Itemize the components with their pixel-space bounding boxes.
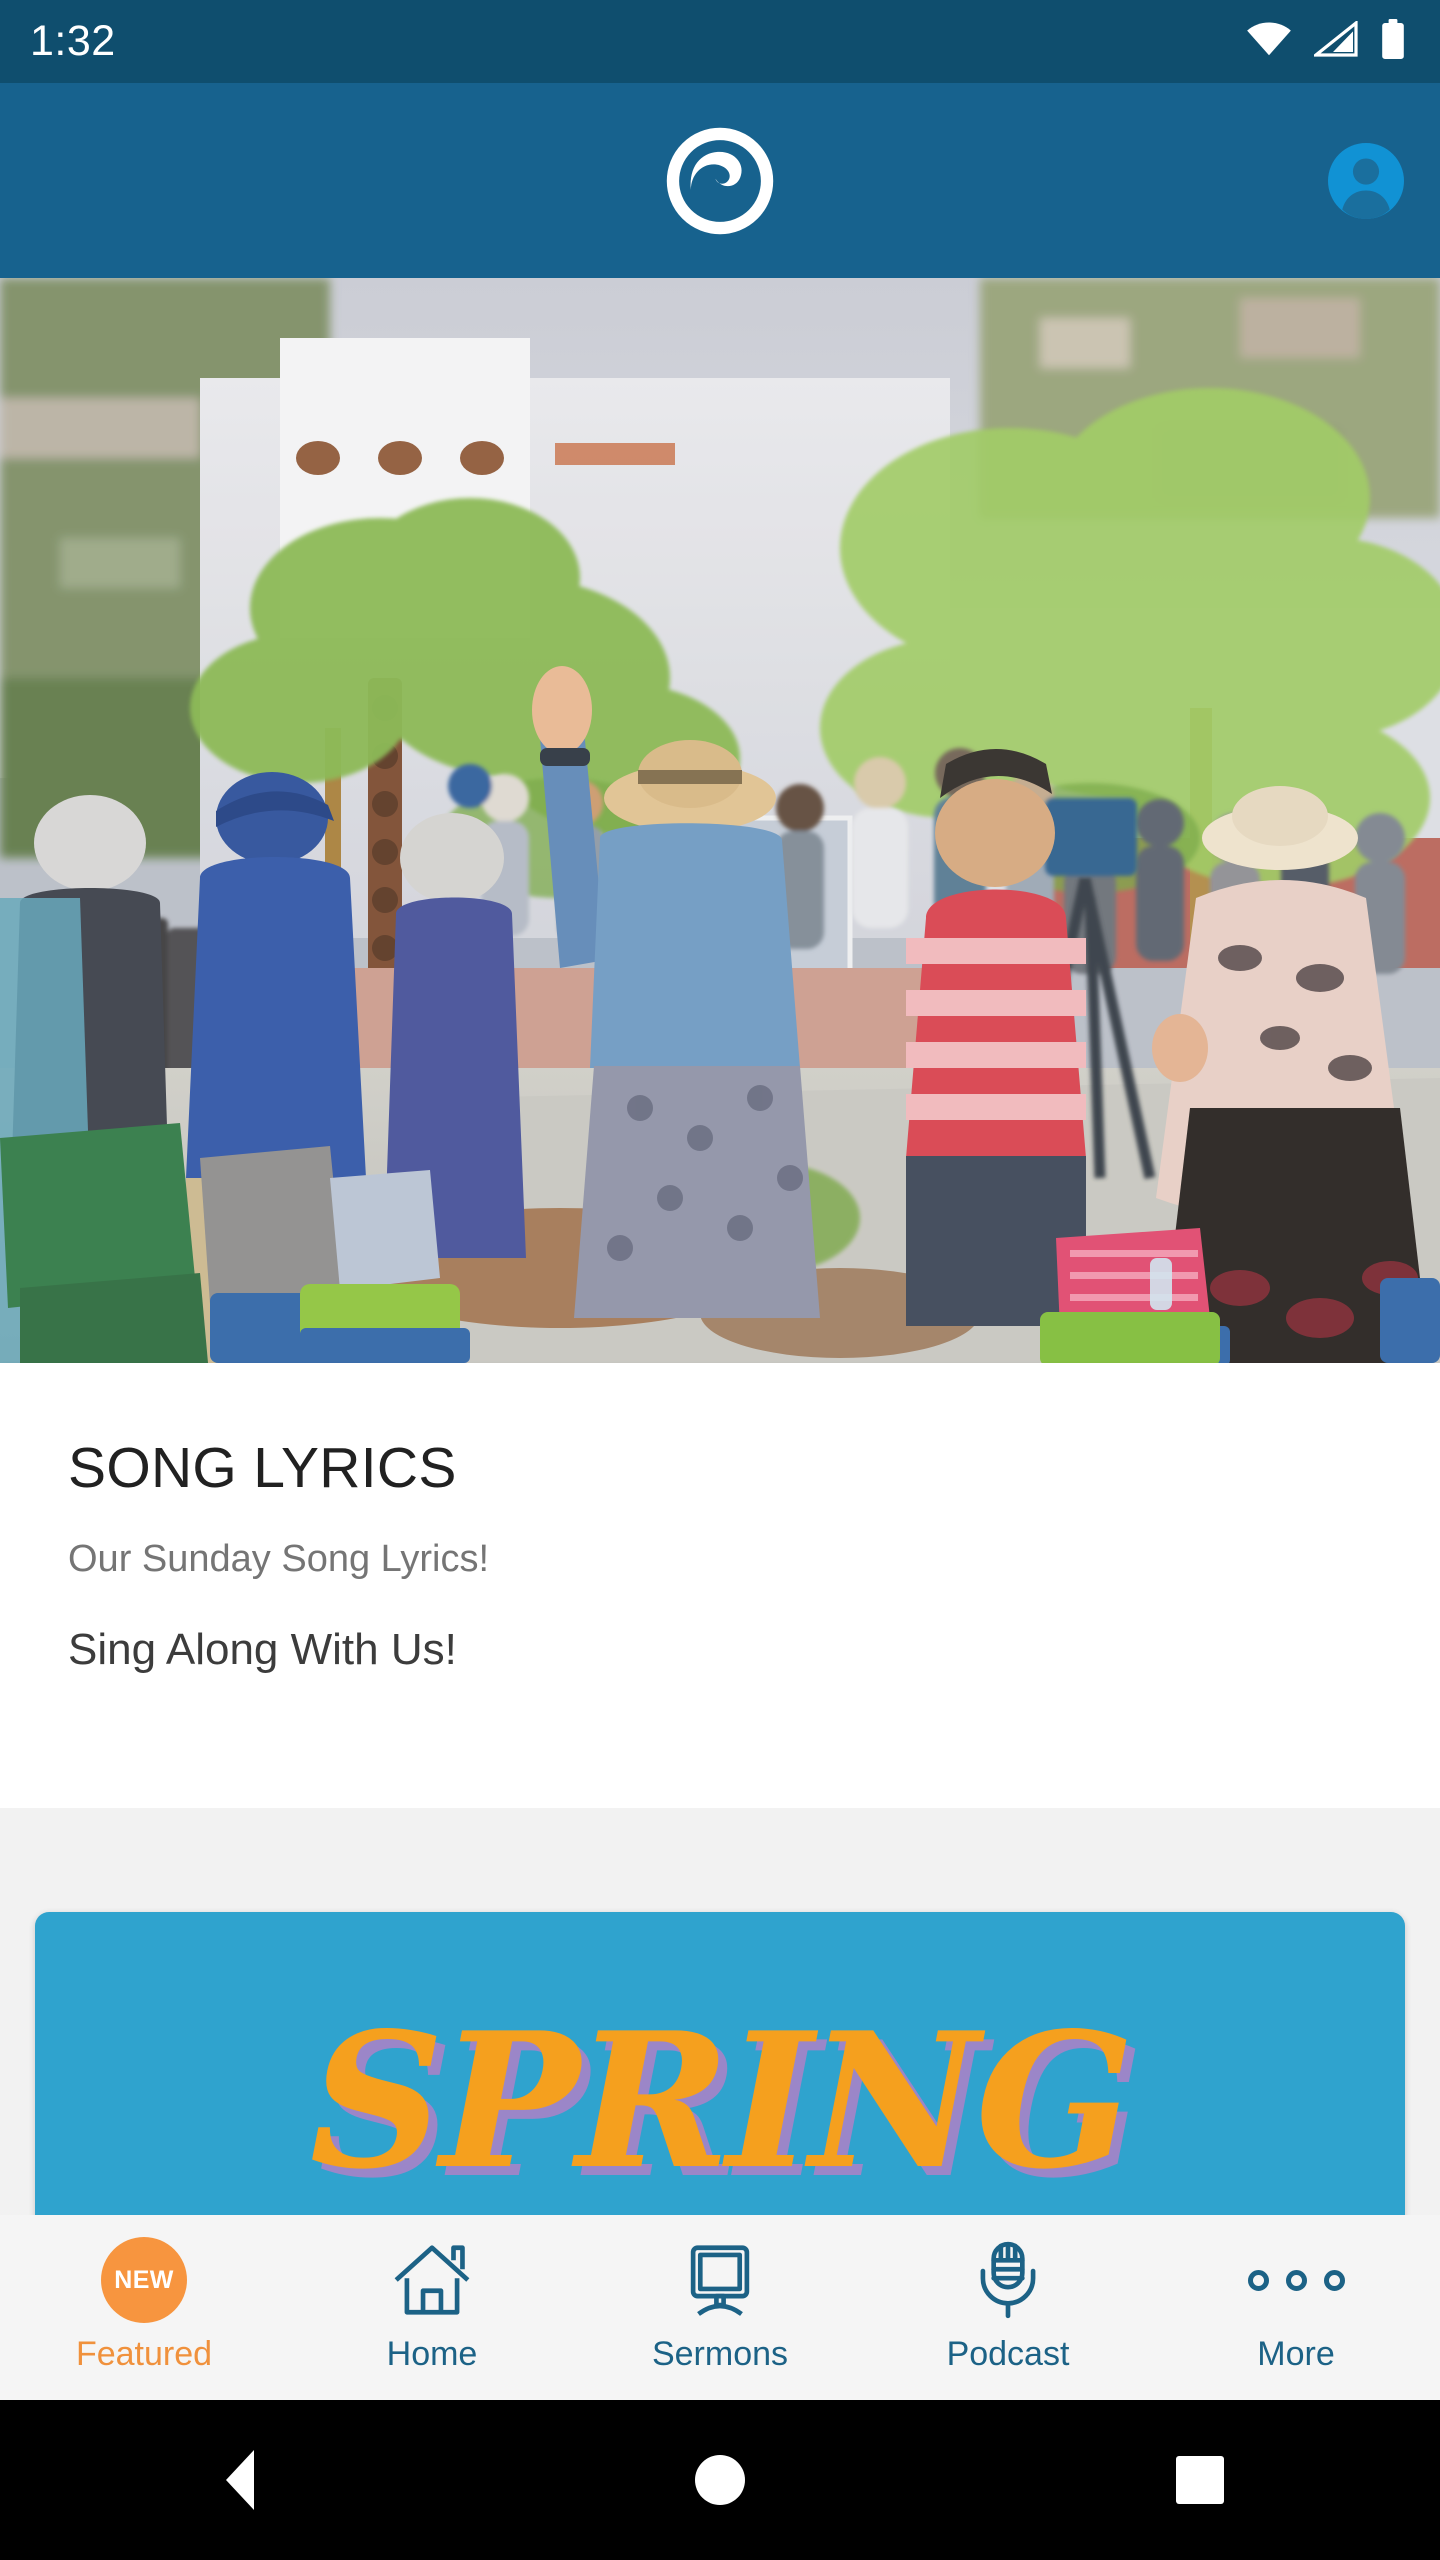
new-badge-label: NEW xyxy=(101,2237,187,2323)
android-system-nav xyxy=(0,2400,1440,2560)
battery-icon xyxy=(1380,19,1406,64)
page-subtitle: Our Sunday Song Lyrics! xyxy=(68,1537,490,1580)
tab-featured[interactable]: NEW Featured xyxy=(0,2215,288,2400)
system-back-button[interactable] xyxy=(0,2450,480,2510)
recents-square-icon xyxy=(1176,2456,1224,2504)
tab-podcast[interactable]: Podcast xyxy=(864,2215,1152,2400)
tab-home-label: Home xyxy=(386,2335,478,2373)
tab-more[interactable]: More xyxy=(1152,2215,1440,2400)
tab-home[interactable]: Home xyxy=(288,2215,576,2400)
microphone-icon xyxy=(965,2237,1051,2323)
status-bar: 1:32 xyxy=(0,0,1440,83)
bottom-tab-bar: NEW Featured Home Sermons Podcast More xyxy=(0,2215,1440,2400)
status-bar-icons xyxy=(1246,19,1406,64)
three-dots-icon xyxy=(1247,2237,1345,2323)
system-recents-button[interactable] xyxy=(960,2456,1440,2504)
promo-card-title: SPRING xyxy=(309,1991,1135,2210)
app-header-bar xyxy=(0,83,1440,278)
user-avatar-icon[interactable] xyxy=(1328,142,1404,219)
status-bar-clock: 1:32 xyxy=(30,17,116,65)
dot-ring-3 xyxy=(1323,2269,1345,2291)
hero-photo-illustration xyxy=(0,278,1440,1363)
hero-photo[interactable] xyxy=(0,278,1440,1363)
house-icon xyxy=(389,2237,475,2323)
tab-sermons-label: Sermons xyxy=(651,2335,789,2373)
home-circle-icon xyxy=(695,2455,745,2505)
app-screen: 1:32 SONG LYRICS Our Sunday Song Lyrics!… xyxy=(0,0,1440,2560)
back-triangle-icon xyxy=(226,2450,254,2510)
page-title: SONG LYRICS xyxy=(68,1436,457,1500)
system-home-button[interactable] xyxy=(480,2455,960,2505)
tab-more-label: More xyxy=(1257,2335,1335,2373)
dot-ring-1 xyxy=(1247,2269,1269,2291)
cellular-signal-icon xyxy=(1311,19,1358,62)
tab-podcast-label: Podcast xyxy=(946,2335,1070,2373)
promo-scroll-area: SPRING xyxy=(0,1808,1440,2332)
dot-ring-2 xyxy=(1285,2269,1307,2291)
wave-circle-logo xyxy=(664,125,776,237)
tab-sermons[interactable]: Sermons xyxy=(576,2215,864,2400)
new-badge-icon: NEW xyxy=(101,2237,187,2323)
wifi-icon xyxy=(1246,21,1292,62)
content-card: SONG LYRICS Our Sunday Song Lyrics! Sing… xyxy=(0,1363,1440,1808)
tab-featured-label: Featured xyxy=(75,2335,213,2373)
monitor-icon xyxy=(677,2237,763,2323)
page-tagline: Sing Along With Us! xyxy=(68,1625,457,1675)
